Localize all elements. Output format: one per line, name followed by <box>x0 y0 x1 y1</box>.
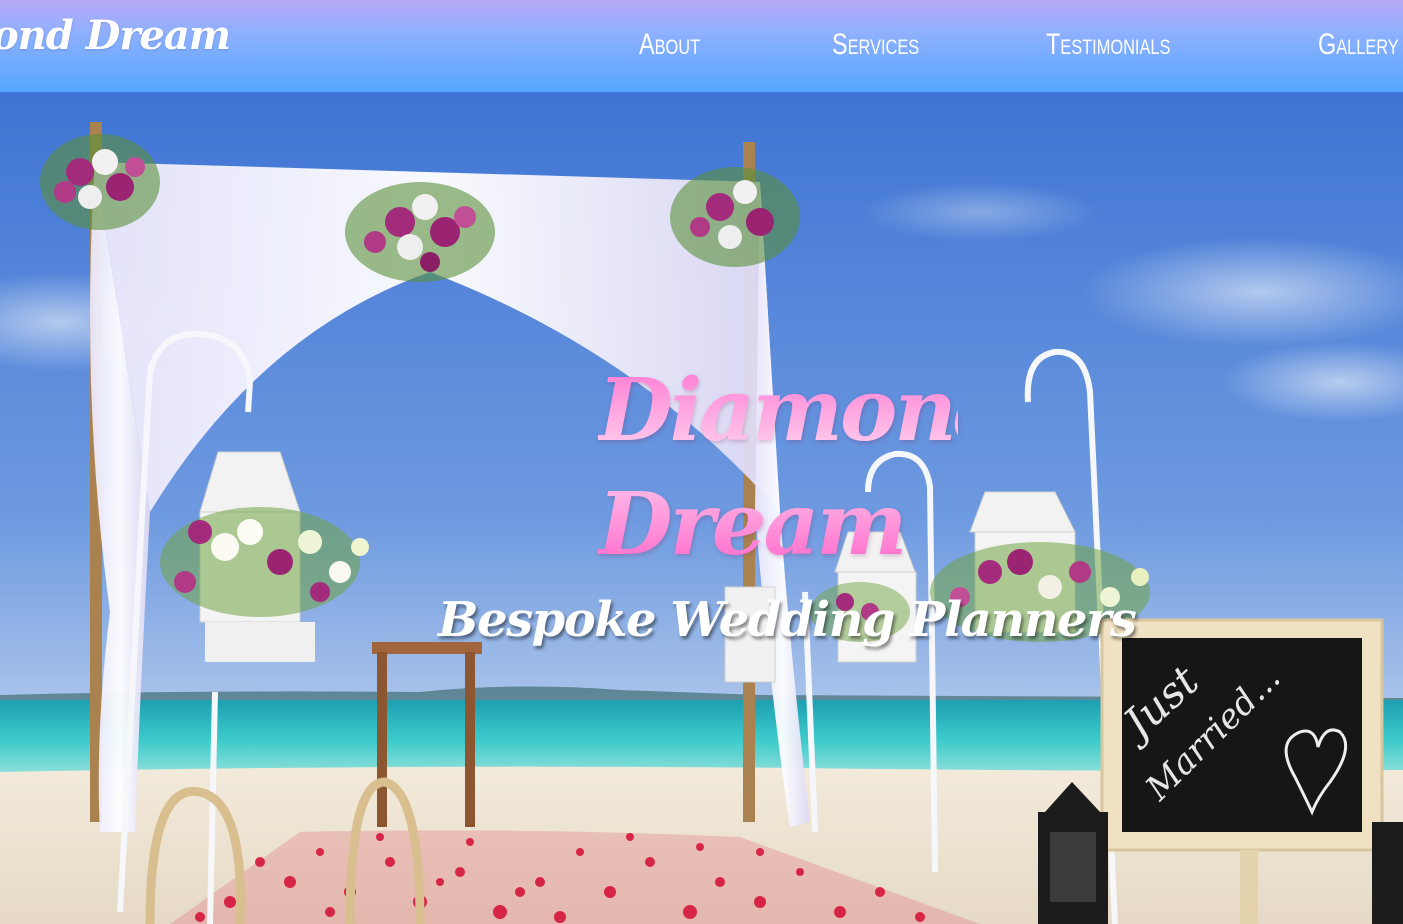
brand-logo[interactable]: ond Dream <box>0 12 231 59</box>
navbar: ond Dream About Services Testimonials Ga… <box>0 0 1403 92</box>
hero-section: Just Married... Diamond Dream Bespoke We… <box>0 92 1403 924</box>
nav-link-services[interactable]: Services <box>832 28 919 62</box>
hero-subtitle: Bespoke Wedding Planners <box>438 592 1137 648</box>
nav-link-gallery[interactable]: Gallery <box>1318 28 1399 62</box>
nav-link-about[interactable]: About <box>639 28 700 62</box>
nav-link-testimonials[interactable]: Testimonials <box>1046 28 1170 62</box>
hero-title: Diamond Dream <box>598 354 1014 582</box>
